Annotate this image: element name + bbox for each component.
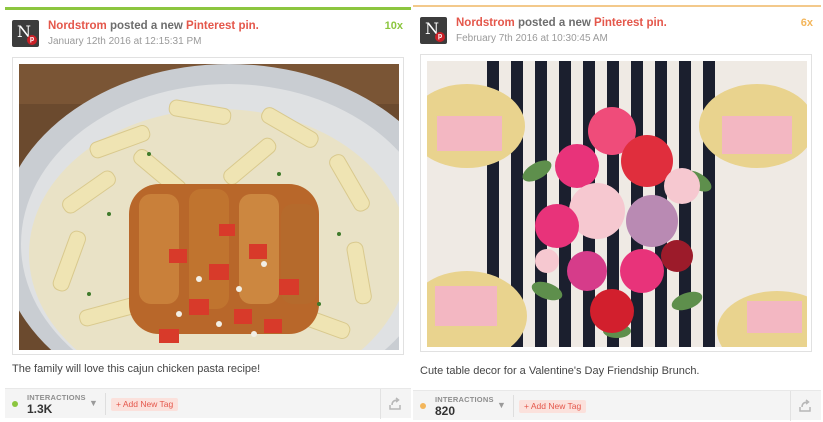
share-icon[interactable] [387, 396, 403, 412]
divider [380, 389, 381, 419]
pinterest-badge-icon: p [435, 32, 445, 42]
post-timestamp: January 12th 2016 at 12:15:31 PM [48, 36, 202, 47]
post-count-badge: 10x [384, 20, 403, 32]
pinterest-badge-icon: p [27, 35, 37, 45]
headline-action: posted a new [514, 17, 595, 29]
divider [790, 391, 791, 421]
post-header: N p Nordstrom posted a new Pinterest pin… [12, 16, 403, 50]
post-image-frame[interactable] [12, 57, 404, 355]
post-image-frame[interactable] [420, 54, 812, 352]
post-footer: INTERACTIONS 1.3K ▼ + Add New Tag [5, 388, 411, 419]
post-footer: INTERACTIONS 820 ▼ + Add New Tag [413, 390, 821, 421]
interactions-value: 820 [435, 404, 456, 418]
post-headline: Nordstrom posted a new Pinterest pin. [456, 17, 667, 29]
nordstrom-logo-icon[interactable]: N p [12, 20, 39, 47]
post-card: N p Nordstrom posted a new Pinterest pin… [5, 7, 411, 419]
post-header: N p Nordstrom posted a new Pinterest pin… [420, 13, 813, 47]
post-count-badge: 6x [800, 17, 813, 29]
chevron-down-icon[interactable]: ▼ [497, 400, 506, 410]
chevron-down-icon[interactable]: ▼ [89, 398, 98, 408]
post-timestamp: February 7th 2016 at 10:30:45 AM [456, 33, 608, 44]
divider [513, 395, 514, 417]
post-caption: Cute table decor for a Valentine's Day F… [420, 365, 700, 377]
add-new-tag-button[interactable]: + Add New Tag [111, 398, 179, 411]
status-dot [12, 401, 18, 407]
post-caption: The family will love this cajun chicken … [12, 363, 261, 375]
add-new-tag-button[interactable]: + Add New Tag [519, 400, 587, 413]
share-icon[interactable] [797, 398, 813, 414]
nordstrom-logo-icon[interactable]: N p [420, 17, 447, 44]
divider [105, 393, 106, 415]
headline-action: posted a new [106, 20, 187, 32]
interactions-label: INTERACTIONS [27, 393, 86, 402]
author-link[interactable]: Nordstrom [456, 17, 515, 29]
status-dot [420, 403, 426, 409]
interactions-value: 1.3K [27, 402, 53, 416]
author-link[interactable]: Nordstrom [48, 20, 107, 32]
table-decor-image [427, 61, 807, 347]
post-card: N p Nordstrom posted a new Pinterest pin… [413, 5, 821, 421]
network-link[interactable]: Pinterest pin. [186, 20, 259, 32]
pasta-dish-image [19, 64, 399, 350]
interactions-label: INTERACTIONS [435, 395, 494, 404]
post-headline: Nordstrom posted a new Pinterest pin. [48, 20, 259, 32]
network-link[interactable]: Pinterest pin. [594, 17, 667, 29]
